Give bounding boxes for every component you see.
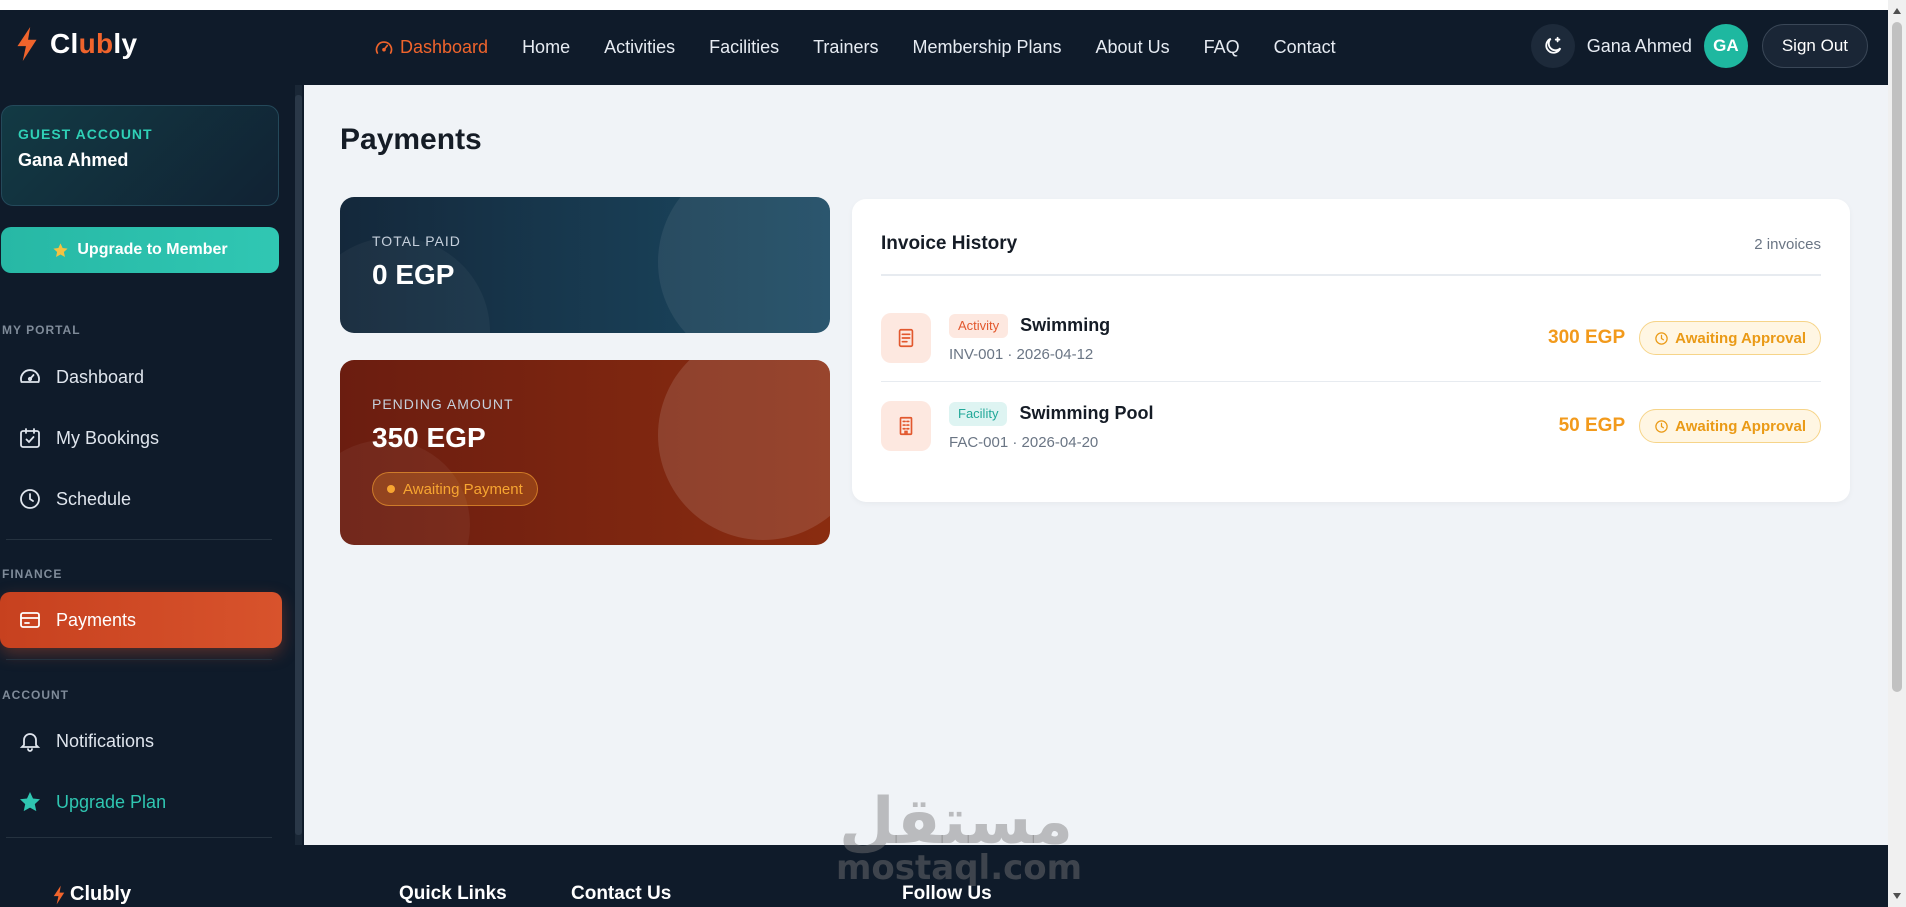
calendar-check-icon: [20, 428, 40, 448]
sign-out-button[interactable]: Sign Out: [1761, 24, 1868, 68]
bell-icon: [19, 733, 41, 752]
invoice-history-title: Invoice History: [881, 233, 1018, 254]
page-scrollbar[interactable]: [1888, 0, 1906, 907]
moon-stars-icon: [1545, 36, 1561, 54]
sidebar-divider: [6, 659, 272, 660]
clock-icon: [20, 489, 40, 509]
nav-link-activities[interactable]: Activities: [587, 37, 692, 58]
watermark: مستقل mostaql.com: [836, 785, 1083, 888]
speedometer-icon: [20, 369, 40, 383]
status-badge: Awaiting Approval: [1639, 409, 1821, 443]
invoice-name: Swimming: [1020, 315, 1111, 335]
total-paid-value: 0 EGP: [372, 259, 455, 290]
upgrade-to-member-button[interactable]: Upgrade to Member: [1, 227, 279, 273]
invoice-type-tag: Activity: [949, 313, 1009, 338]
sidebar: GUEST ACCOUNT Gana Ahmed Upgrade to Memb…: [0, 85, 304, 845]
invoice-row[interactable]: Activity Swimming INV-001 · 2026-04-12 3…: [881, 294, 1821, 382]
nav-link-home[interactable]: Home: [505, 37, 587, 58]
section-label-account: ACCOUNT: [2, 688, 69, 702]
theme-toggle-button[interactable]: [1530, 24, 1575, 68]
invoice-type-tag: Facility: [949, 401, 1008, 426]
total-paid-card: TOTAL PAID 0 EGP: [340, 197, 830, 333]
nav-link-about-us[interactable]: About Us: [1079, 37, 1187, 58]
credit-card-icon: [20, 612, 40, 628]
account-card: GUEST ACCOUNT Gana Ahmed: [1, 105, 279, 206]
nav-link-membership-plans[interactable]: Membership Plans: [895, 37, 1078, 58]
sidebar-scrollbar-thumb[interactable]: [295, 95, 302, 835]
invoice-amount: 300 EGP: [1548, 327, 1626, 348]
clock-icon: [1655, 331, 1668, 345]
bolt-icon: [53, 885, 65, 904]
sidebar-item-payments[interactable]: Payments: [0, 592, 282, 648]
receipt-icon: [881, 313, 931, 363]
sidebar-item-my-bookings[interactable]: My Bookings: [0, 410, 282, 466]
account-type-label: GUEST ACCOUNT: [18, 126, 153, 142]
awaiting-payment-badge: Awaiting Payment: [372, 472, 538, 506]
invoice-summary: 50 EGP Awaiting Approval: [1559, 409, 1821, 443]
header-divider: [881, 274, 1821, 276]
invoice-count: 2 invoices: [1754, 236, 1821, 253]
section-label-portal: MY PORTAL: [2, 323, 81, 337]
main-nav: Dashboard Home Activities Facilities Tra…: [357, 10, 1353, 85]
invoice-details: Activity Swimming INV-001 · 2026-04-12: [949, 313, 1111, 363]
footer-heading-contact-us: Contact Us: [571, 883, 672, 904]
star-icon: [53, 242, 68, 257]
clock-icon: [1655, 419, 1668, 433]
scroll-up-arrow-icon[interactable]: [1893, 8, 1901, 14]
pending-amount-value: 350 EGP: [372, 422, 486, 453]
bolt-icon: [17, 27, 37, 61]
pending-amount-card: PENDING AMOUNT 350 EGP Awaiting Payment: [340, 360, 830, 545]
page-title: Payments: [340, 123, 482, 156]
nav-link-facilities[interactable]: Facilities: [692, 37, 796, 58]
avatar[interactable]: GA: [1703, 24, 1748, 68]
nav-link-faq[interactable]: FAQ: [1187, 37, 1257, 58]
nav-link-dashboard[interactable]: Dashboard: [357, 37, 505, 58]
invoice-summary: 300 EGP Awaiting Approval: [1548, 321, 1821, 355]
invoice-details: Facility Swimming Pool FAC-001 · 2026-04…: [949, 401, 1154, 451]
scroll-down-arrow-icon[interactable]: [1893, 893, 1901, 899]
sidebar-item-notifications[interactable]: Notifications: [0, 713, 282, 769]
footer-heading-quick-links: Quick Links: [399, 883, 507, 904]
sidebar-item-upgrade-plan[interactable]: Upgrade Plan: [0, 774, 282, 830]
status-badge: Awaiting Approval: [1639, 321, 1821, 355]
main-content: Payments TOTAL PAID 0 EGP PENDING AMOUNT…: [304, 85, 1888, 845]
invoice-name: Swimming Pool: [1019, 403, 1154, 423]
invoice-row[interactable]: Facility Swimming Pool FAC-001 · 2026-04…: [881, 382, 1821, 470]
sidebar-divider: [6, 539, 272, 540]
section-label-finance: FINANCE: [2, 567, 63, 581]
invoice-history-card: Invoice History 2 invoices Activity Swim…: [852, 199, 1850, 502]
pending-amount-label: PENDING AMOUNT: [372, 396, 514, 412]
app: Clubly Dashboard Home Activities Facilit…: [0, 10, 1888, 907]
sidebar-item-schedule[interactable]: Schedule: [0, 471, 282, 527]
user-area: Gana Ahmed GA Sign Out: [1530, 24, 1868, 68]
brand-name: Clubly: [50, 28, 138, 59]
status-dot: [387, 485, 395, 493]
invoice-meta: INV-001 · 2026-04-12: [949, 345, 1094, 363]
building-icon: [881, 401, 931, 451]
invoice-meta: FAC-001 · 2026-04-20: [949, 433, 1099, 451]
invoice-amount: 50 EGP: [1558, 415, 1626, 436]
total-paid-label: TOTAL PAID: [372, 233, 461, 249]
account-name: Gana Ahmed: [18, 150, 129, 170]
nav-link-trainers[interactable]: Trainers: [796, 37, 895, 58]
user-name: Gana Ahmed: [1586, 35, 1692, 56]
footer-brand[interactable]: Clubly: [52, 883, 131, 906]
nav-link-contact[interactable]: Contact: [1257, 37, 1353, 58]
sidebar-divider: [6, 837, 272, 838]
brand-logo[interactable]: Clubly: [14, 26, 137, 62]
speedometer-icon: [375, 40, 393, 54]
top-navbar: Clubly Dashboard Home Activities Facilit…: [0, 10, 1888, 85]
page-scrollbar-thumb[interactable]: [1892, 22, 1902, 692]
sidebar-item-dashboard[interactable]: Dashboard: [0, 349, 282, 405]
sidebar-scrollbar[interactable]: [295, 85, 302, 845]
star-icon: [20, 792, 40, 812]
